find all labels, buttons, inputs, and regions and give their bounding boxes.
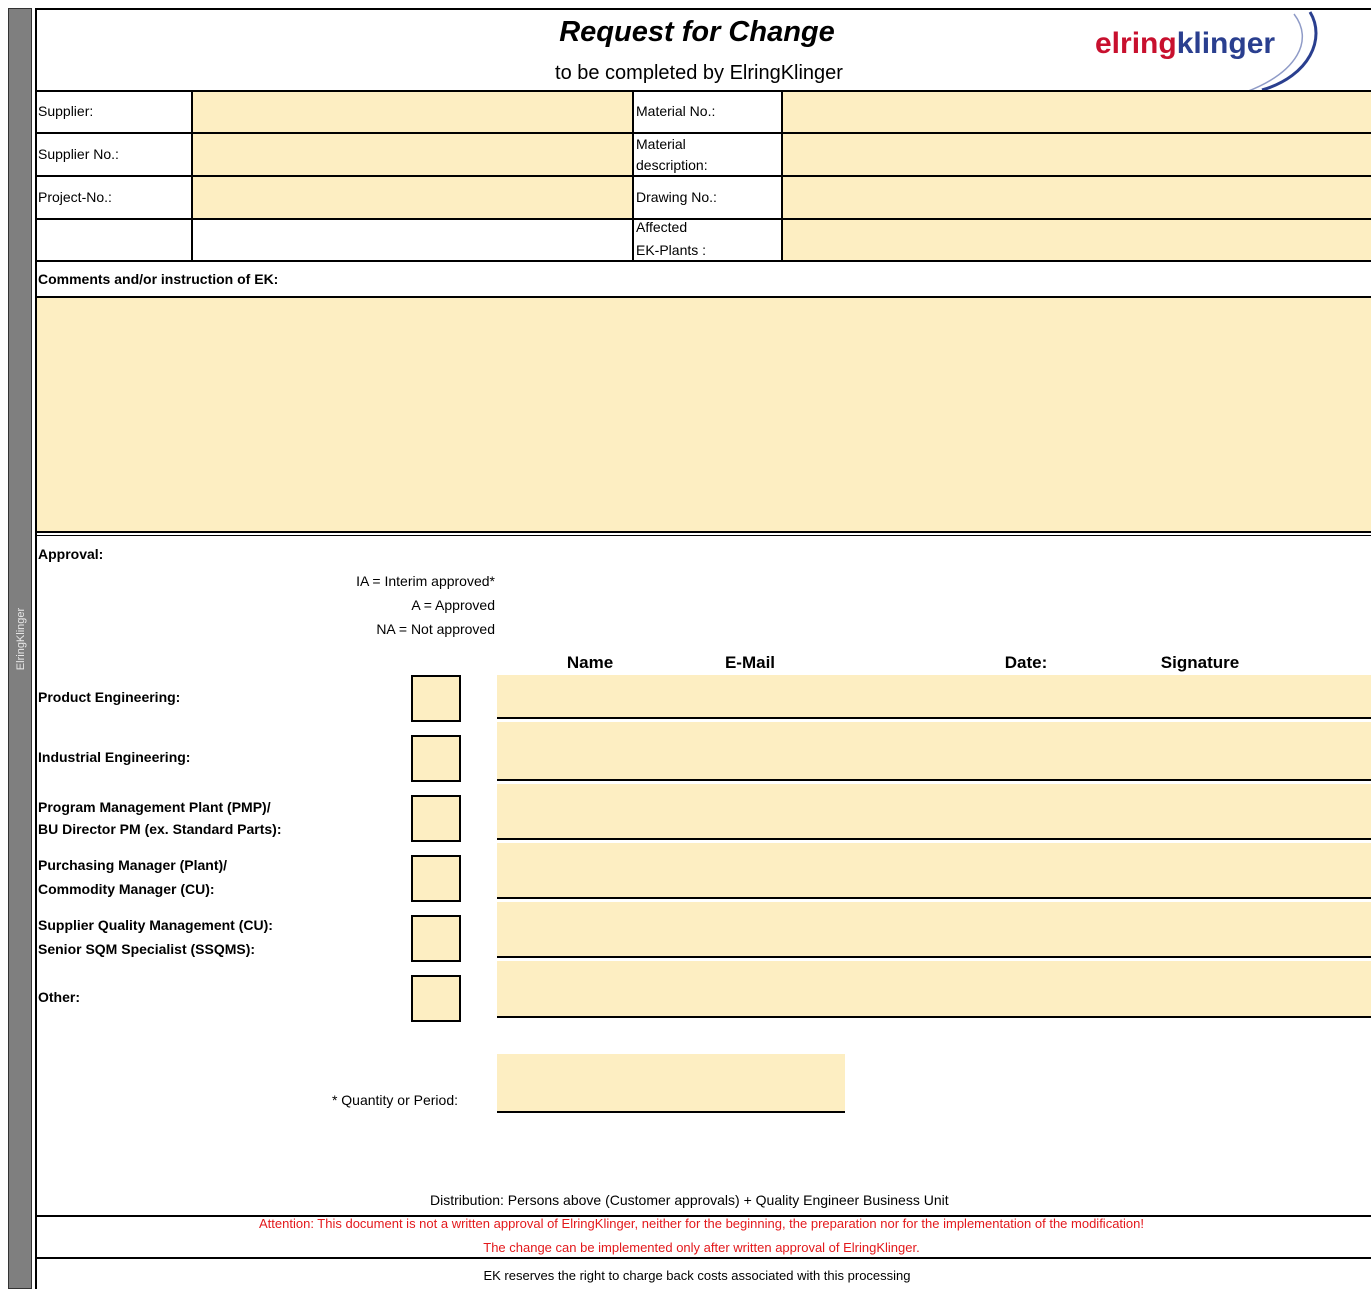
comments-textarea[interactable] — [37, 298, 1371, 531]
material-description-input[interactable] — [783, 134, 1371, 175]
affected-plants-label-2: EK-Plants : — [636, 242, 707, 258]
row-label-supplier-quality-2: Senior SQM Specialist (SSQMS): — [38, 941, 256, 957]
status-box-product-engineering[interactable] — [411, 675, 461, 722]
status-box-industrial-engineering[interactable] — [411, 735, 461, 782]
attention-text-1: Attention: This document is not a writte… — [259, 1216, 1144, 1231]
row-label-product-engineering: Product Engineering: — [38, 689, 181, 705]
supplier-label: Supplier: — [38, 103, 94, 119]
row-label-industrial-engineering: Industrial Engineering: — [38, 749, 191, 765]
project-no-label: Project-No.: — [38, 189, 112, 205]
frame-left — [35, 8, 37, 1289]
row-label-purchasing-2: Commodity Manager (CU): — [38, 881, 215, 897]
status-box-other[interactable] — [411, 975, 461, 1022]
column-signature: Signature — [1160, 653, 1240, 672]
column-email: E-Mail — [724, 653, 776, 672]
supplier-input[interactable] — [193, 92, 632, 132]
logo-text-elring: elring — [1095, 27, 1177, 60]
material-description-label-1: Material — [636, 136, 686, 152]
row-label-purchasing-1: Purchasing Manager (Plant)/ — [38, 857, 228, 873]
material-no-input[interactable] — [783, 92, 1371, 132]
status-box-program-management[interactable] — [411, 795, 461, 842]
material-description-label-2: description: — [636, 157, 708, 173]
material-no-label: Material No.: — [636, 103, 716, 119]
side-bar-text: ElringKlinger — [15, 607, 27, 671]
frame-top — [35, 8, 1371, 10]
approver-field-product-engineering[interactable] — [497, 675, 1371, 719]
logo-swoosh-icon — [1245, 11, 1318, 93]
approval-label: Approval: — [38, 546, 104, 562]
legend-ia: IA = Interim approved* — [356, 573, 495, 589]
approver-field-industrial-engineering[interactable] — [497, 722, 1371, 781]
distribution-text: Distribution: Persons above (Customer ap… — [430, 1192, 949, 1208]
side-bar: ElringKlinger — [8, 8, 32, 1289]
supplier-no-input[interactable] — [193, 134, 632, 175]
quantity-label: * Quantity or Period: — [331, 1092, 458, 1108]
row-label-program-management-1: Program Management Plant (PMP)/ — [38, 799, 271, 815]
row-label-other: Other: — [38, 989, 80, 1005]
affected-plants-input[interactable] — [783, 220, 1371, 260]
approver-field-purchasing[interactable] — [497, 843, 1371, 899]
drawing-no-label: Drawing No.: — [636, 189, 717, 205]
project-no-input[interactable] — [193, 177, 632, 218]
column-date: Date: — [1004, 653, 1048, 672]
approver-field-program-management[interactable] — [497, 784, 1371, 840]
affected-plants-label-1: Affected — [636, 219, 688, 235]
column-name: Name — [566, 653, 614, 672]
drawing-no-input[interactable] — [783, 177, 1371, 218]
attention-text-2: The change can be implemented only after… — [483, 1240, 920, 1255]
approver-field-supplier-quality[interactable] — [497, 902, 1371, 958]
status-box-supplier-quality[interactable] — [411, 915, 461, 962]
row-label-supplier-quality-1: Supplier Quality Management (CU): — [38, 917, 273, 933]
legend-a: A = Approved — [411, 597, 495, 613]
approver-field-other[interactable] — [497, 961, 1371, 1018]
quantity-input[interactable] — [497, 1054, 845, 1113]
legend-na: NA = Not approved — [376, 621, 495, 637]
comments-label: Comments and/or instruction of EK: — [38, 271, 279, 287]
reserve-text: EK reserves the right to charge back cos… — [483, 1268, 911, 1283]
row-label-program-management-2: BU Director PM (ex. Standard Parts): — [38, 821, 282, 837]
supplier-no-label: Supplier No.: — [38, 146, 119, 162]
status-box-purchasing[interactable] — [411, 855, 461, 902]
